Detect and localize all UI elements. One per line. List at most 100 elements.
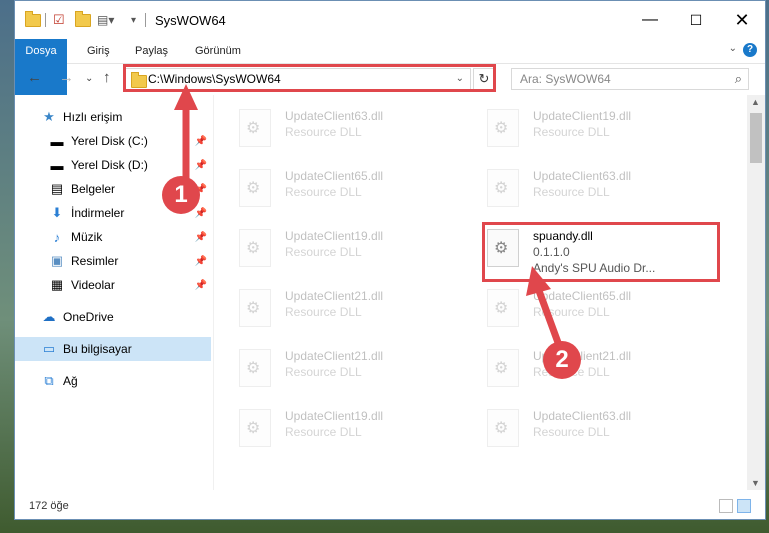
pin-icon: 📌: [194, 231, 207, 243]
sidebar-item-label: Videolar: [71, 278, 115, 292]
drive-icon: ▬: [50, 157, 64, 173]
download-icon: ⬇: [51, 205, 63, 220]
pin-icon: 📌: [194, 279, 207, 291]
title-bar: ☑ ▤▾ ▾ SysWOW64 — ☐ ✕: [15, 1, 765, 39]
file-name: UpdateClient63.dll: [533, 409, 632, 423]
dll-file-icon: [487, 409, 519, 447]
separator: [45, 13, 46, 27]
scroll-down-icon[interactable]: ▼: [751, 478, 760, 488]
maximize-button[interactable]: ☐: [673, 1, 719, 39]
recent-locations-icon[interactable]: ⌄: [85, 73, 93, 84]
list-item[interactable]: UpdateClient19.dll Resource DLL: [463, 101, 703, 157]
new-folder-icon[interactable]: [75, 10, 91, 29]
dll-file-icon: [239, 169, 271, 207]
tab-view[interactable]: Görünüm: [195, 39, 241, 63]
dll-file-icon: [239, 289, 271, 327]
step-badge-2: 2: [543, 341, 581, 379]
scroll-up-icon[interactable]: ▲: [751, 97, 760, 107]
list-item[interactable]: UpdateClient63.dll Resource DLL: [463, 161, 703, 217]
sidebar-item-disk-c[interactable]: ▬ Yerel Disk (C:) 📌: [15, 129, 211, 153]
file-type: Resource DLL: [285, 125, 362, 139]
sidebar-item-this-pc[interactable]: ▭ Bu bilgisayar: [15, 337, 211, 361]
sidebar-item-label: Bu bilgisayar: [63, 342, 132, 356]
tab-home[interactable]: Giriş: [87, 39, 110, 63]
file-type: Resource DLL: [533, 125, 610, 139]
vertical-scrollbar[interactable]: ▲ ▼: [747, 95, 765, 490]
tab-share[interactable]: Paylaş: [135, 39, 168, 63]
search-box[interactable]: Ara: SysWOW64 ⌕: [511, 68, 749, 90]
sidebar-item-disk-d[interactable]: ▬ Yerel Disk (D:) 📌: [15, 153, 211, 177]
file-name: UpdateClient19.dll: [533, 109, 632, 123]
pin-icon: 📌: [194, 135, 207, 147]
status-bar: 172 öğe: [15, 495, 765, 519]
back-icon[interactable]: ←: [27, 69, 42, 86]
cloud-icon: ☁: [42, 309, 56, 324]
file-highlight: [482, 222, 720, 282]
star-icon: ★: [43, 109, 55, 124]
help-icon[interactable]: ?: [743, 43, 757, 57]
file-name: UpdateClient21.dll: [285, 349, 384, 363]
list-item[interactable]: UpdateClient65.dll Resource DLL: [215, 161, 455, 217]
dll-file-icon: [487, 169, 519, 207]
large-icons-view-icon[interactable]: [737, 499, 751, 513]
folder-icon: [25, 10, 41, 29]
file-type: Resource DLL: [285, 185, 362, 199]
list-item[interactable]: UpdateClient63.dll Resource DLL: [215, 101, 455, 157]
qa-dropdown-icon[interactable]: ▾: [131, 11, 136, 29]
window-title: SysWOW64: [155, 13, 226, 28]
chevron-down-icon[interactable]: ⌄: [729, 43, 737, 54]
sidebar-item-label: Müzik: [71, 230, 103, 244]
close-button[interactable]: ✕: [719, 1, 765, 39]
up-icon[interactable]: ↑: [103, 69, 111, 86]
customize-qa-icon[interactable]: ▤▾: [97, 11, 114, 29]
list-item[interactable]: UpdateClient63.dll Resource DLL: [463, 401, 703, 457]
file-type: Resource DLL: [533, 185, 610, 199]
list-item[interactable]: UpdateClient19.dll Resource DLL: [215, 401, 455, 457]
sidebar-item-network[interactable]: ⧉ Ağ: [15, 369, 237, 393]
list-item[interactable]: UpdateClient21.dll Resource DLL: [215, 341, 455, 397]
file-name: UpdateClient19.dll: [285, 229, 384, 243]
sidebar-item-label: Hızlı erişim: [63, 110, 123, 124]
pin-icon: 📌: [194, 255, 207, 267]
file-name: UpdateClient63.dll: [285, 109, 384, 123]
search-input[interactable]: Ara: SysWOW64: [520, 72, 611, 86]
item-count: 172 öğe: [29, 500, 69, 512]
sidebar-item-pictures[interactable]: ▣ Resimler 📌: [15, 249, 211, 273]
list-item[interactable]: UpdateClient65.dll Resource DLL: [463, 281, 703, 337]
videos-icon: ▦: [50, 277, 64, 292]
sidebar-item-label: İndirmeler: [71, 206, 125, 220]
scrollbar-thumb[interactable]: [750, 113, 762, 163]
list-item[interactable]: UpdateClient19.dll Resource DLL: [215, 221, 455, 277]
details-view-icon[interactable]: [719, 499, 733, 513]
sidebar-item-label: Resimler: [71, 254, 119, 268]
file-type: Resource DLL: [533, 305, 610, 319]
dll-file-icon: [487, 109, 519, 147]
dll-file-icon: [239, 109, 271, 147]
file-list: UpdateClient63.dll Resource DLL UpdateCl…: [215, 95, 747, 490]
sidebar-item-videos[interactable]: ▦ Videolar 📌: [15, 273, 211, 297]
properties-icon[interactable]: ☑: [53, 11, 65, 29]
file-type: Resource DLL: [285, 365, 362, 379]
forward-icon[interactable]: →: [59, 69, 74, 86]
computer-icon: ▭: [42, 341, 56, 356]
file-name: UpdateClient63.dll: [533, 169, 632, 183]
file-type: Resource DLL: [285, 305, 362, 319]
dll-file-icon: [239, 409, 271, 447]
file-name: UpdateClient65.dll: [285, 169, 384, 183]
sidebar-item-music[interactable]: ♪ Müzik 📌: [15, 225, 211, 249]
separator: [145, 13, 146, 27]
pane-divider[interactable]: [213, 95, 214, 490]
drive-icon: ▬: [50, 133, 64, 149]
list-item[interactable]: UpdateClient21.dll Resource DLL: [463, 341, 703, 397]
documents-icon: ▤: [50, 181, 64, 196]
file-type: Resource DLL: [285, 245, 362, 259]
file-name: UpdateClient65.dll: [533, 289, 632, 303]
step-badge-1: 1: [162, 176, 200, 214]
sidebar-item-onedrive[interactable]: ☁ OneDrive: [15, 305, 237, 329]
minimize-button[interactable]: —: [627, 1, 673, 39]
list-item[interactable]: UpdateClient21.dll Resource DLL: [215, 281, 455, 337]
file-name: UpdateClient19.dll: [285, 409, 384, 423]
sidebar-item-quick-access[interactable]: ★ Hızlı erişim: [15, 105, 237, 129]
dll-file-icon: [487, 349, 519, 387]
dll-file-icon: [239, 229, 271, 267]
